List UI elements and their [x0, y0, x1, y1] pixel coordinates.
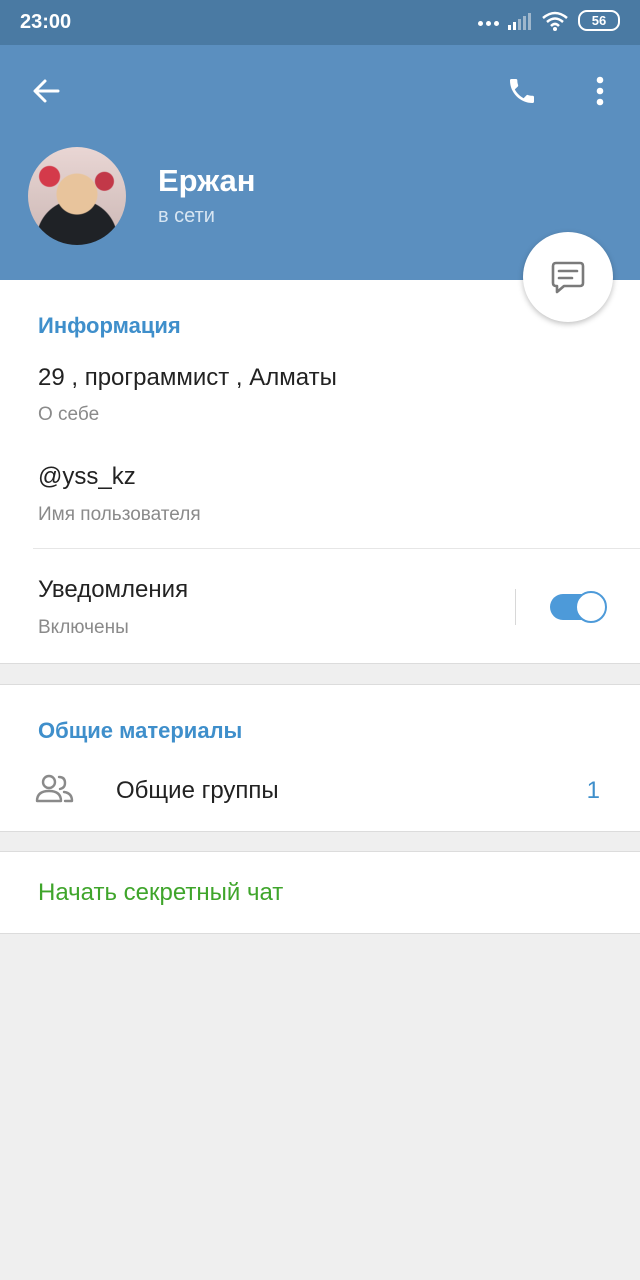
- common-groups-label: Общие группы: [116, 777, 279, 804]
- battery-indicator: 56: [578, 10, 620, 31]
- phone-icon: [510, 79, 534, 103]
- more-vert-icon: [596, 76, 604, 106]
- status-icons: 56: [478, 10, 620, 31]
- online-status: в сети: [158, 205, 215, 227]
- info-card: Информация 29 , программист , Алматы О с…: [0, 280, 640, 664]
- signal-icon: [508, 12, 531, 30]
- more-options-button[interactable]: [580, 69, 620, 113]
- shared-media-card: Общие материалы Общие группы 1: [0, 684, 640, 832]
- bio-value: 29 , программист , Алматы: [38, 364, 337, 391]
- message-icon: [551, 261, 585, 294]
- vertical-divider: [515, 589, 516, 625]
- info-section-title: Информация: [38, 313, 181, 338]
- status-time: 23:00: [20, 11, 72, 33]
- call-button[interactable]: [500, 69, 544, 113]
- more-notifications-icon: [478, 21, 499, 26]
- avatar[interactable]: [28, 147, 126, 245]
- send-message-button[interactable]: [523, 232, 613, 322]
- notifications-toggle[interactable]: [550, 591, 607, 623]
- divider: [33, 548, 640, 549]
- back-button[interactable]: [24, 69, 68, 113]
- shared-section-title: Общие материалы: [38, 718, 243, 743]
- back-arrow-icon: [33, 79, 60, 103]
- start-secret-chat-button[interactable]: Начать секретный чат: [38, 879, 283, 907]
- status-bar: 23:00 56: [0, 0, 640, 45]
- username-value: @yss_kz: [38, 463, 136, 490]
- contact-name: Ержан: [158, 163, 256, 198]
- toggle-knob: [575, 591, 607, 623]
- notifications-state: Включены: [38, 617, 129, 638]
- secret-chat-card: Начать секретный чат: [0, 851, 640, 934]
- notifications-label: Уведомления: [38, 576, 189, 603]
- common-groups-count: 1: [586, 777, 600, 804]
- bio-label: О себе: [38, 404, 100, 425]
- username-label: Имя пользователя: [38, 504, 201, 525]
- groups-icon: [35, 774, 74, 803]
- wifi-icon: [542, 11, 568, 31]
